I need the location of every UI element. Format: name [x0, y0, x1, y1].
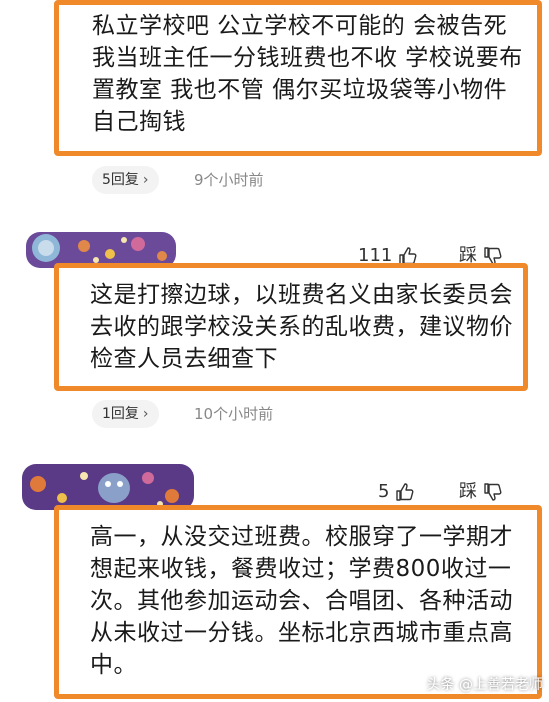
reply-count: 5回复 — [102, 172, 139, 188]
comment-line: 想起来收钱，餐费收过；学费800收过一 — [90, 556, 512, 582]
comment-text-1: 私立学校吧 公立学校不可能的 会被告死 我当班主任一分钱班费也不收 学校说要布 … — [92, 10, 523, 138]
comment-line: 置教室 我也不管 偶尔买垃圾袋等小物件 — [92, 77, 508, 103]
like-count: 5 — [378, 481, 390, 502]
like-button-3[interactable]: 5 — [378, 480, 415, 504]
thumbs-up-icon — [396, 483, 414, 501]
reply-count: 1回复 — [102, 406, 139, 422]
comment-text-3: 高一，从没交过班费。校服穿了一学期才 想起来收钱，餐费收过；学费800收过一 次… — [90, 521, 513, 681]
chevron-right-icon: › — [142, 172, 149, 188]
reply-button-1[interactable]: 5回复 › — [92, 166, 159, 194]
avatar-icon — [22, 464, 194, 510]
avatar[interactable] — [22, 464, 194, 510]
dislike-button-3[interactable]: 踩 — [459, 480, 503, 504]
comment-line: 次。其他参加运动会、合唱团、各种活动 — [90, 588, 513, 614]
comment-text-2: 这是打擦边球，以班费名义由家长委员会 去收的跟学校没关系的乱收费，建议物价 检查… — [90, 279, 513, 375]
comment-line: 这是打擦边球，以班费名义由家长委员会 — [90, 282, 513, 308]
thumbs-down-icon — [484, 483, 502, 501]
dislike-label: 踩 — [459, 481, 477, 502]
watermark: 头条 @上善若老师 — [426, 677, 543, 693]
comment-line: 高一，从没交过班费。校服穿了一学期才 — [90, 524, 513, 550]
timestamp-1: 9个小时前 — [194, 171, 264, 189]
reply-button-2[interactable]: 1回复 › — [92, 400, 159, 428]
comment-line: 从未收过一分钱。坐标北京西城市重点高 — [90, 620, 513, 646]
comment-line: 私立学校吧 公立学校不可能的 会被告死 — [92, 13, 508, 39]
comment-line: 检查人员去细查下 — [90, 346, 278, 372]
comment-line: 我当班主任一分钱班费也不收 学校说要布 — [92, 45, 523, 71]
comment-line: 自己掏钱 — [92, 109, 186, 135]
chevron-right-icon: › — [142, 406, 149, 422]
timestamp-2: 10个小时前 — [194, 405, 274, 423]
comment-line: 去收的跟学校没关系的乱收费，建议物价 — [90, 314, 513, 340]
